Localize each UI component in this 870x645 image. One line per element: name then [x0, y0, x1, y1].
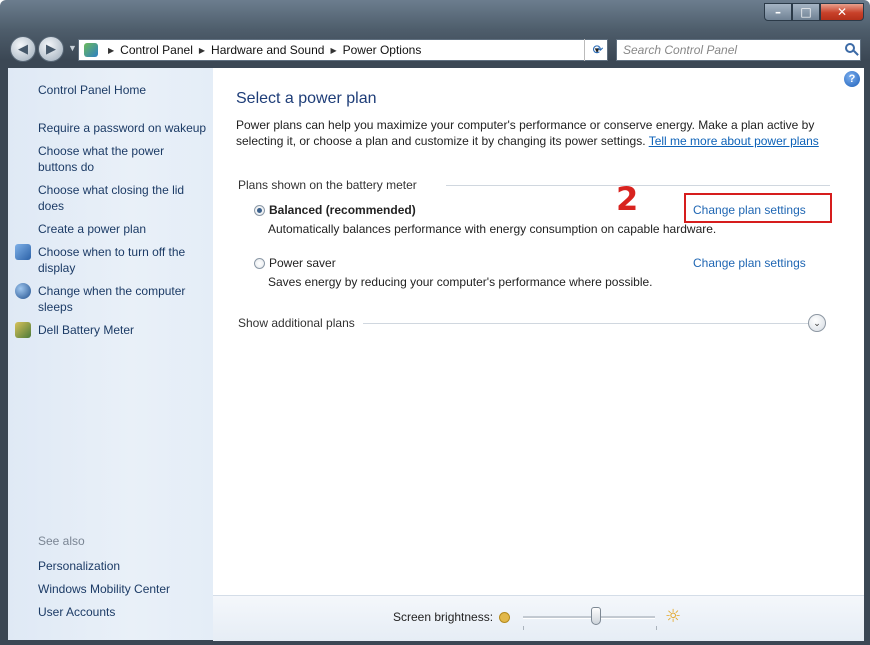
page-title: Select a power plan	[236, 90, 377, 107]
breadcrumb-separator-icon[interactable]: ▶	[108, 46, 114, 55]
intro-text: Power plans can help you maximize your c…	[236, 117, 826, 149]
sidebar-item-power-buttons[interactable]: Choose what the power buttons do	[38, 143, 178, 175]
brightness-bar: Screen brightness: ☼	[213, 595, 864, 641]
breadcrumb-control-panel[interactable]: Control Panel	[120, 43, 193, 57]
annotation-step-number: 2	[616, 180, 639, 218]
change-plan-settings-power-saver-link[interactable]: Change plan settings	[693, 256, 806, 270]
forward-button[interactable]: ▶	[38, 36, 64, 62]
plan-name-power-saver[interactable]: Power saver	[269, 256, 336, 270]
dim-sun-icon	[499, 612, 510, 623]
sidebar-item-create-plan[interactable]: Create a power plan	[38, 221, 213, 237]
brightness-slider-ticks	[523, 626, 657, 630]
see-also-header: See also	[38, 534, 85, 548]
minimize-button[interactable]: –	[764, 3, 792, 21]
refresh-icon: ⟳	[592, 42, 604, 57]
sidebar: Control Panel Home Require a password on…	[8, 68, 213, 640]
show-plans-divider	[363, 323, 808, 324]
search-input[interactable]: Search Control Panel	[616, 39, 861, 61]
plan-name-balanced[interactable]: Balanced (recommended)	[269, 203, 416, 217]
sidebar-item-turn-off-display[interactable]: Choose when to turn off the display	[38, 244, 198, 276]
help-icon[interactable]: ?	[844, 71, 860, 87]
moon-shield-icon	[15, 283, 31, 299]
plan-description-balanced: Automatically balances performance with …	[268, 222, 717, 236]
bright-sun-icon: ☼	[665, 606, 682, 627]
brightness-slider-track[interactable]	[523, 616, 655, 619]
expand-chevron-icon[interactable]: ⌄	[808, 314, 826, 332]
search-placeholder: Search Control Panel	[623, 43, 738, 57]
sidebar-item-dell-battery-meter[interactable]: Dell Battery Meter	[38, 322, 213, 338]
back-button[interactable]: ◀	[10, 36, 36, 62]
screen-brightness-label: Screen brightness:	[393, 610, 494, 624]
refresh-button[interactable]: ⟳	[584, 39, 611, 61]
close-button[interactable]: ✕	[820, 3, 864, 21]
breadcrumb-power-options[interactable]: Power Options	[343, 43, 422, 57]
control-panel-icon	[84, 43, 98, 57]
client-area: Control Panel Home Require a password on…	[8, 68, 864, 641]
sidebar-item-computer-sleeps[interactable]: Change when the computer sleeps	[38, 283, 198, 315]
sidebar-item-closing-lid[interactable]: Choose what closing the lid does	[38, 182, 193, 214]
sidebar-item-require-password[interactable]: Require a password on wakeup	[38, 120, 213, 136]
sidebar-item-mobility-center[interactable]: Windows Mobility Center	[38, 581, 213, 597]
sidebar-item-user-accounts[interactable]: User Accounts	[38, 604, 213, 620]
window-frame: – □ ✕ ◀ ▶ ▼ ▶ Control Panel ▶ Hardware a…	[0, 0, 870, 645]
battery-meter-icon	[15, 322, 31, 338]
title-buttons: – □ ✕	[764, 3, 864, 21]
display-shield-icon	[15, 244, 31, 260]
power-saver-radio[interactable]	[254, 258, 265, 269]
forward-arrow-icon: ▶	[46, 41, 56, 57]
annotation-highlight-box	[684, 193, 832, 223]
plans-group-header: Plans shown on the battery meter	[238, 178, 417, 192]
balanced-radio[interactable]	[254, 205, 265, 216]
search-icon[interactable]	[845, 43, 855, 53]
breadcrumb-hardware-and-sound[interactable]: Hardware and Sound	[211, 43, 324, 57]
back-arrow-icon: ◀	[18, 41, 28, 57]
brightness-slider-thumb[interactable]	[590, 607, 601, 625]
breadcrumb-separator-icon[interactable]: ▶	[330, 46, 336, 55]
address-bar[interactable]: ▶ Control Panel ▶ Hardware and Sound ▶ P…	[78, 39, 608, 61]
breadcrumb-separator-icon[interactable]: ▶	[199, 46, 205, 55]
navigation-bar: ◀ ▶ ▼ ▶ Control Panel ▶ Hardware and Sou…	[0, 30, 870, 68]
plan-description-power-saver: Saves energy by reducing your computer's…	[268, 275, 653, 289]
tell-me-more-link[interactable]: Tell me more about power plans	[649, 134, 819, 148]
show-additional-plans-label[interactable]: Show additional plans	[238, 316, 355, 330]
sidebar-item-personalization[interactable]: Personalization	[38, 558, 213, 574]
sidebar-item-control-panel-home[interactable]: Control Panel Home	[38, 82, 213, 98]
maximize-button[interactable]: □	[792, 3, 820, 21]
recent-pages-dropdown-icon[interactable]: ▼	[68, 43, 77, 53]
